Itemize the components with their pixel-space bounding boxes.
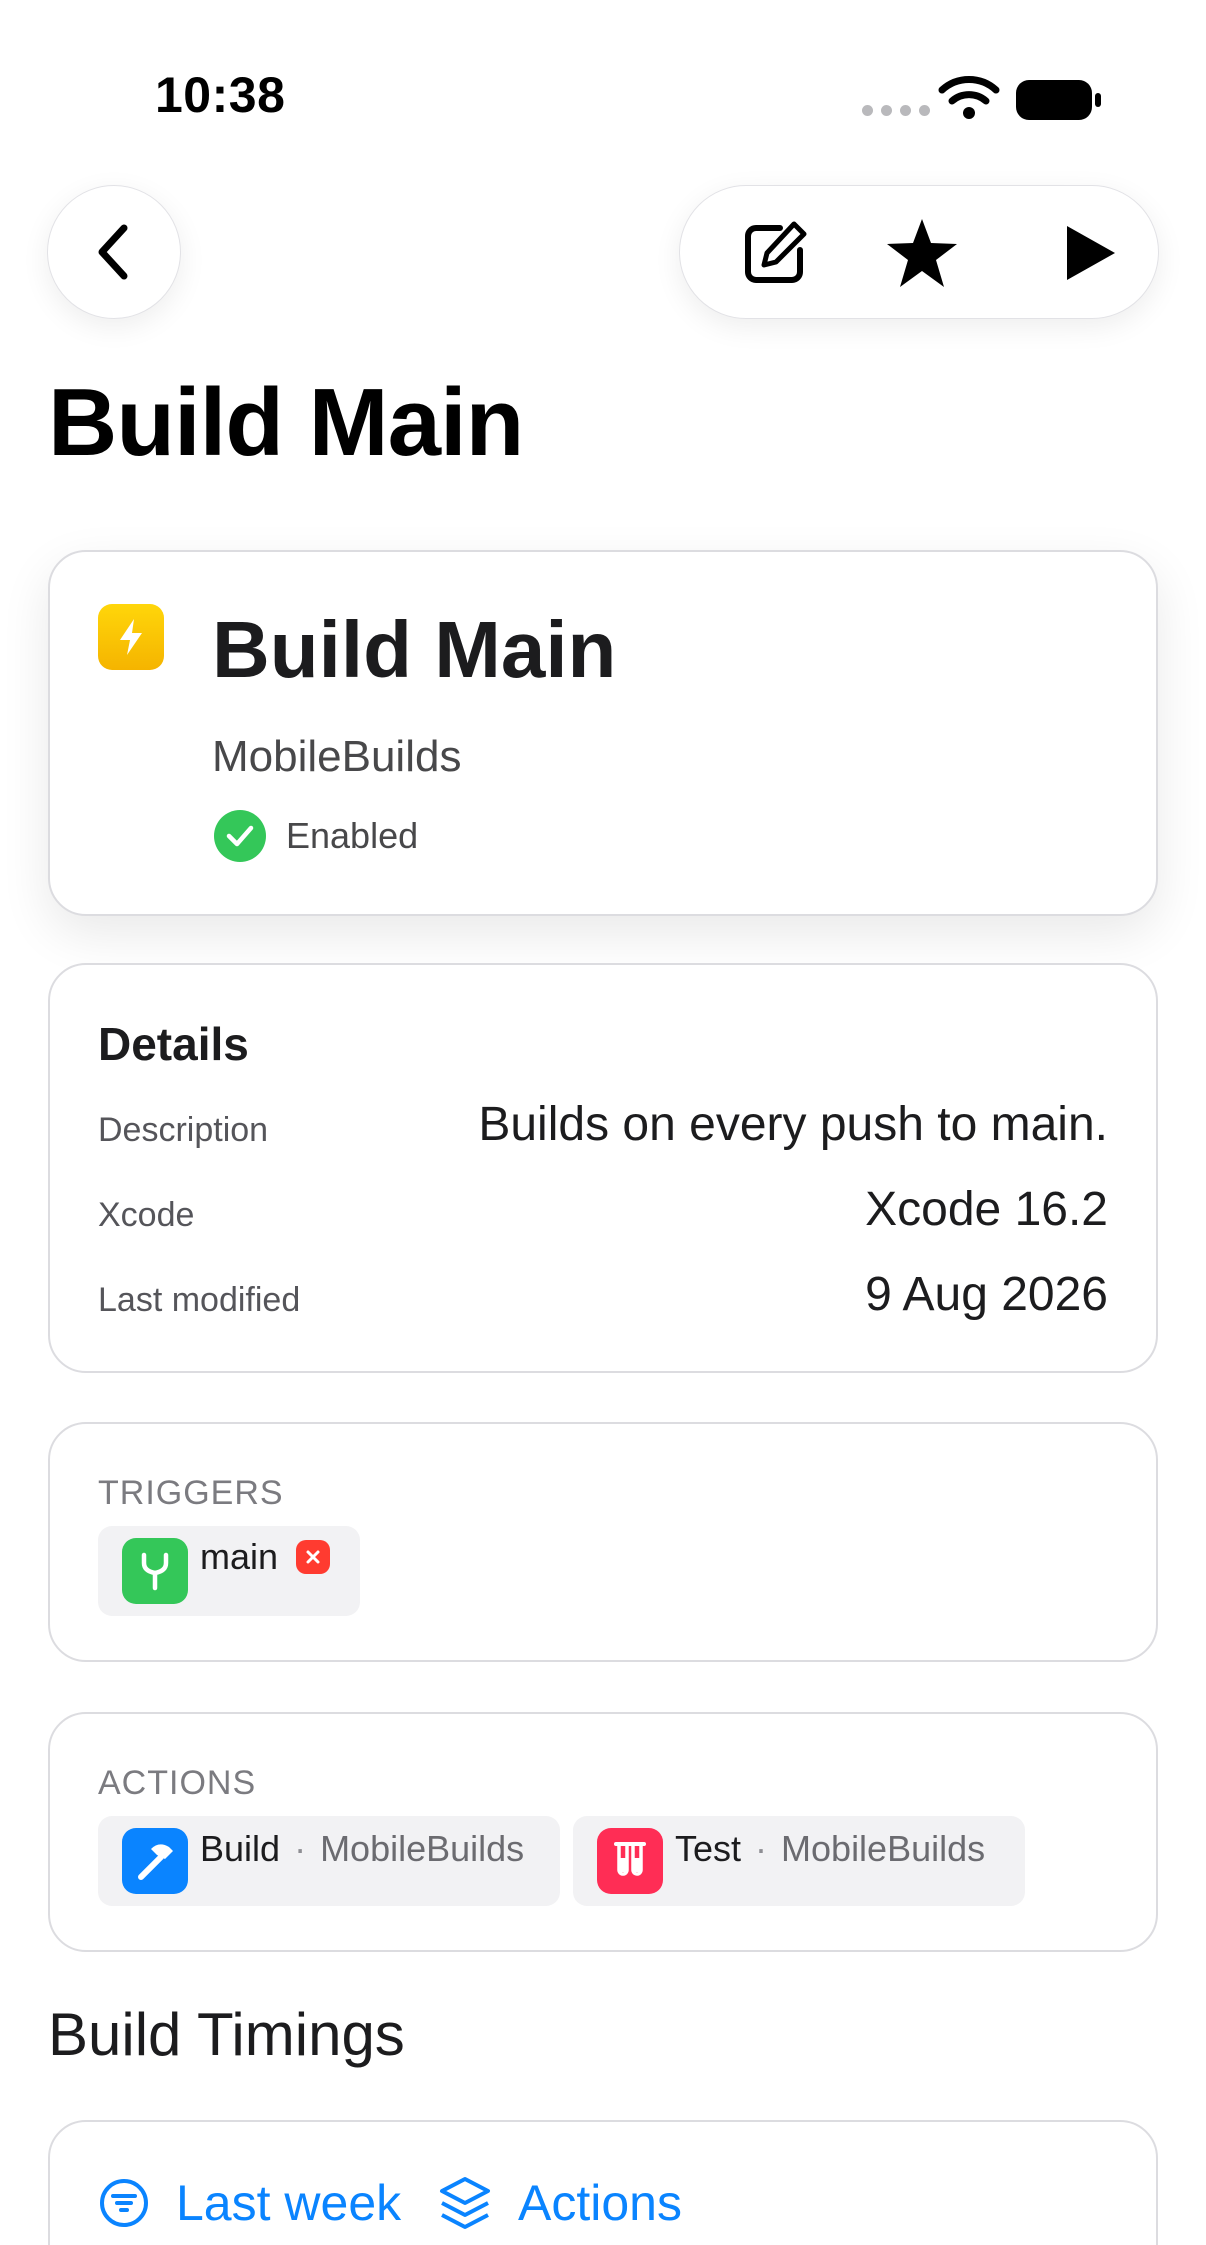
time-range-filter-label: Last week: [176, 2175, 402, 2231]
status-time: 10:38: [155, 67, 286, 123]
remove-trigger-button[interactable]: [296, 1540, 330, 1574]
workflow-summary-card: Build Main MobileBuilds Enabled: [48, 550, 1158, 916]
detail-label: Description: [98, 1111, 269, 1149]
build-timings-card: Last week Actions: [48, 2120, 1158, 2245]
back-button[interactable]: [47, 185, 181, 319]
toolbar-actions: [679, 185, 1159, 319]
detail-row-description: Description Builds on every push to main…: [98, 1097, 1108, 1157]
wifi-icon: [938, 76, 1000, 119]
details-card: Details Description Builds on every push…: [48, 963, 1158, 1373]
workflow-title: Build Main: [212, 605, 617, 694]
chevron-left-icon: [98, 224, 128, 280]
workflow-product: MobileBuilds: [212, 732, 462, 781]
triggers-label: TRIGGERS: [98, 1474, 284, 1512]
action-separator: ·: [294, 1828, 307, 1869]
actions-label: ACTIONS: [98, 1764, 257, 1802]
detail-label: Last modified: [98, 1281, 301, 1319]
detail-value: Builds on every push to main.: [478, 1098, 1108, 1151]
page-title: Build Main: [48, 369, 524, 476]
action-name: Build: [200, 1828, 281, 1869]
battery-icon: [1016, 80, 1101, 120]
test-tubes-icon: [597, 1828, 663, 1894]
bolt-icon: [120, 619, 142, 655]
action-label: Test · MobileBuilds: [675, 1828, 985, 1870]
status-text: Enabled: [286, 815, 419, 856]
cellular-signal-icon: [862, 105, 930, 116]
action-repo: MobileBuilds: [320, 1828, 525, 1869]
status-badge: Enabled: [214, 810, 418, 862]
filter-icon: [100, 2179, 148, 2227]
actions-filter-label: Actions: [518, 2175, 682, 2231]
close-icon: [306, 1550, 320, 1564]
action-label: Build · MobileBuilds: [200, 1828, 524, 1870]
edit-icon: [745, 221, 807, 283]
detail-row-last-modified: Last modified 9 Aug 2026: [98, 1267, 1108, 1327]
actions-card: ACTIONS Build · MobileBuilds Test · MobileBu…: [48, 1712, 1158, 1952]
action-chip-build[interactable]: Build · MobileBuilds: [98, 1816, 560, 1906]
detail-value: Xcode 16.2: [865, 1183, 1108, 1236]
detail-value: 9 Aug 2026: [865, 1268, 1108, 1321]
triggers-card: TRIGGERS main: [48, 1422, 1158, 1662]
hammer-icon: [122, 1828, 188, 1894]
action-name: Test: [675, 1828, 742, 1869]
workflow-badge-icon: [98, 604, 164, 670]
favorite-button[interactable]: [867, 186, 977, 320]
branch-icon: [122, 1538, 188, 1604]
edit-button[interactable]: [720, 186, 830, 320]
action-separator: ·: [755, 1828, 768, 1869]
star-icon: [887, 219, 957, 287]
action-repo: MobileBuilds: [781, 1828, 986, 1869]
details-heading: Details: [98, 1018, 249, 1070]
play-icon: [1067, 226, 1115, 280]
stack-icon: [440, 2177, 490, 2229]
trigger-chip-main[interactable]: main: [98, 1526, 360, 1616]
action-chip-test[interactable]: Test · MobileBuilds: [573, 1816, 1025, 1906]
trigger-name: main: [200, 1536, 279, 1577]
detail-label: Xcode: [98, 1196, 195, 1234]
status-bar: 10:38: [0, 0, 1206, 150]
build-timings-heading: Build Timings: [48, 2001, 405, 2068]
detail-row-xcode: Xcode Xcode 16.2: [98, 1182, 1108, 1242]
run-button[interactable]: [1035, 186, 1145, 320]
time-range-filter-button[interactable]: Last week: [98, 2174, 401, 2232]
actions-filter-button[interactable]: Actions: [438, 2174, 682, 2232]
checkmark-circle-icon: [214, 810, 266, 862]
